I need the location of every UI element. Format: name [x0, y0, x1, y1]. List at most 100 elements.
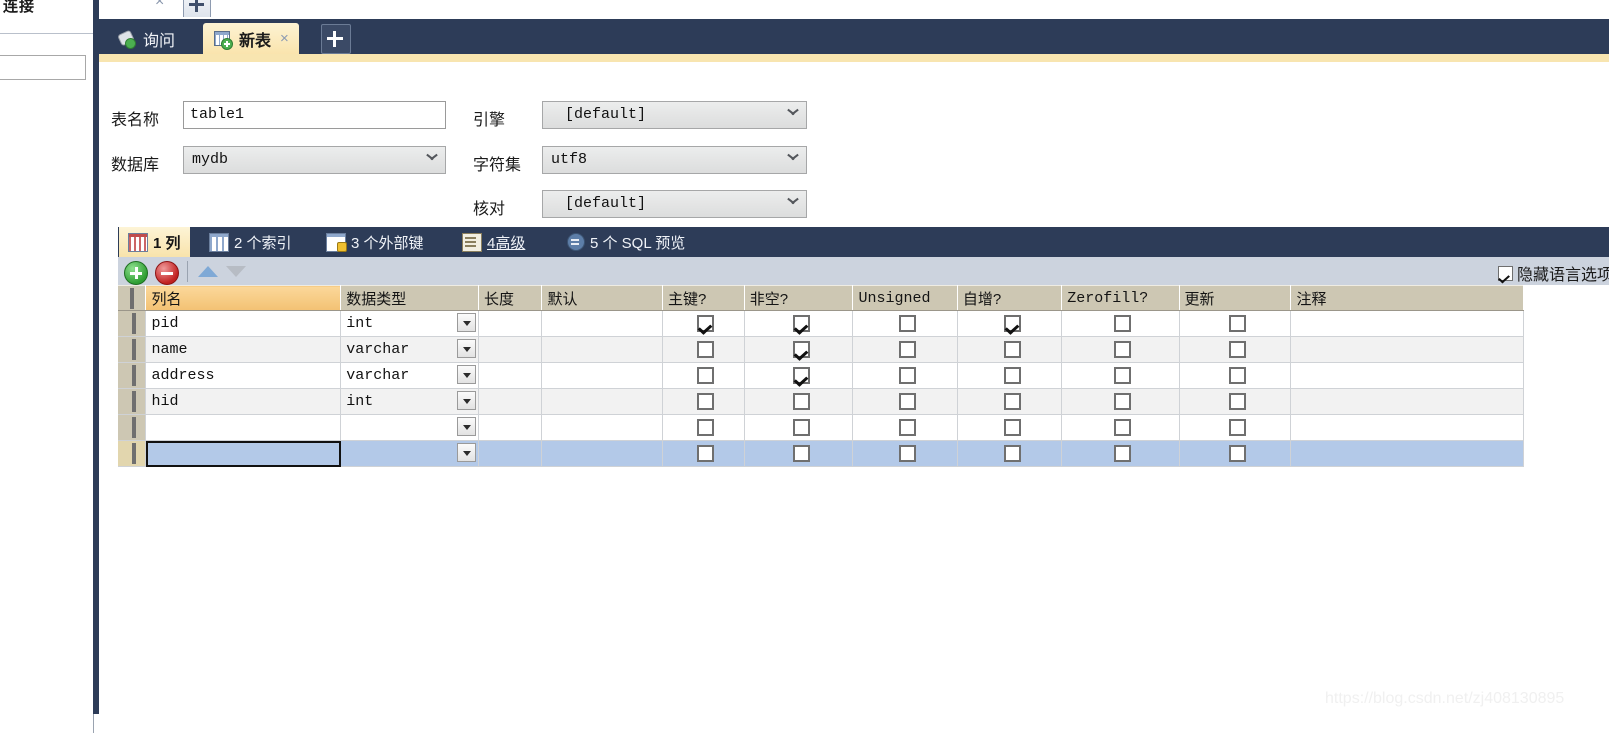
cell-data-type[interactable]: varchar — [340, 362, 479, 389]
auto-increment-checkbox[interactable] — [1003, 444, 1021, 462]
update-checkbox[interactable] — [1228, 392, 1246, 410]
cell-primary-key[interactable] — [662, 336, 745, 363]
cell-length[interactable] — [478, 388, 543, 415]
header-not-null[interactable]: 非空? — [744, 285, 854, 311]
cell-length[interactable] — [478, 362, 543, 389]
cell-default[interactable] — [541, 388, 664, 415]
auto-increment-checkbox[interactable] — [1003, 366, 1021, 384]
cell-zerofill[interactable] — [1061, 440, 1180, 467]
table-row[interactable] — [118, 414, 1524, 441]
add-field-button[interactable] — [124, 261, 148, 285]
cell-auto-increment[interactable] — [957, 336, 1063, 363]
cell-default[interactable] — [541, 362, 664, 389]
zerofill-checkbox[interactable] — [1114, 314, 1132, 332]
cell-not-null[interactable] — [744, 336, 854, 363]
cell-update[interactable] — [1179, 414, 1292, 441]
cell-zerofill[interactable] — [1061, 336, 1180, 363]
header-unsigned[interactable]: Unsigned — [852, 285, 958, 311]
sub-tab-foreign-keys[interactable]: 3 个外部键 — [317, 227, 433, 257]
row-select-checkbox[interactable] — [132, 417, 137, 438]
table-row[interactable]: name varchar — [118, 336, 1524, 363]
sub-tab-columns[interactable]: 1 列 — [119, 227, 190, 257]
row-select-checkbox[interactable] — [132, 365, 137, 386]
row-select-cell[interactable] — [118, 336, 147, 363]
row-select-checkbox[interactable] — [132, 443, 137, 464]
primary-key-checkbox[interactable] — [697, 340, 715, 358]
not-null-checkbox[interactable] — [792, 340, 810, 358]
cell-primary-key[interactable] — [662, 388, 745, 415]
cell-not-null[interactable] — [744, 362, 854, 389]
tab-close-icon[interactable]: × — [280, 30, 289, 47]
cell-default[interactable] — [541, 310, 664, 337]
cell-column-name[interactable]: address — [145, 362, 342, 389]
select-all-header[interactable] — [118, 285, 147, 311]
data-type-dropdown-icon[interactable] — [457, 443, 476, 462]
data-type-dropdown-icon[interactable] — [457, 391, 476, 410]
cell-data-type[interactable]: varchar — [340, 336, 479, 363]
cell-primary-key[interactable] — [662, 310, 745, 337]
cell-zerofill[interactable] — [1061, 310, 1180, 337]
not-null-checkbox[interactable] — [792, 392, 810, 410]
not-null-checkbox[interactable] — [792, 444, 810, 462]
unsigned-checkbox[interactable] — [899, 444, 917, 462]
update-checkbox[interactable] — [1228, 418, 1246, 436]
cell-column-name[interactable] — [145, 440, 342, 467]
row-select-checkbox[interactable] — [132, 339, 137, 360]
cell-column-name[interactable]: name — [145, 336, 342, 363]
not-null-checkbox[interactable] — [792, 314, 810, 332]
cell-auto-increment[interactable] — [957, 388, 1063, 415]
row-select-cell[interactable] — [118, 310, 147, 337]
cell-primary-key[interactable] — [662, 414, 745, 441]
collation-select[interactable]: [default] — [542, 190, 807, 218]
primary-key-checkbox[interactable] — [697, 366, 715, 384]
remove-field-button[interactable] — [155, 261, 179, 285]
cell-length[interactable] — [478, 310, 543, 337]
primary-key-checkbox[interactable] — [697, 314, 715, 332]
hide-language-options-checkbox[interactable] — [1497, 265, 1513, 281]
cell-auto-increment[interactable] — [957, 440, 1063, 467]
not-null-checkbox[interactable] — [792, 418, 810, 436]
auto-increment-checkbox[interactable] — [1003, 314, 1021, 332]
cell-comment[interactable] — [1290, 388, 1524, 415]
header-data-type[interactable]: 数据类型 — [340, 285, 479, 311]
cell-update[interactable] — [1179, 388, 1292, 415]
primary-key-checkbox[interactable] — [697, 392, 715, 410]
row-select-cell[interactable] — [118, 414, 147, 441]
cell-data-type[interactable] — [340, 414, 479, 441]
header-default[interactable]: 默认 — [541, 285, 664, 311]
sub-tab-sql-preview[interactable]: 5 个 SQL 预览 — [558, 227, 694, 257]
data-type-dropdown-icon[interactable] — [457, 313, 476, 332]
cell-unsigned[interactable] — [852, 414, 958, 441]
row-select-checkbox[interactable] — [132, 313, 137, 334]
cell-not-null[interactable] — [744, 440, 854, 467]
row-select-cell[interactable] — [118, 362, 147, 389]
unsigned-checkbox[interactable] — [899, 418, 917, 436]
auto-increment-checkbox[interactable] — [1003, 392, 1021, 410]
update-checkbox[interactable] — [1228, 340, 1246, 358]
cell-column-name[interactable] — [145, 414, 342, 441]
zerofill-checkbox[interactable] — [1114, 366, 1132, 384]
window-tab-label[interactable]: 连接 — [3, 0, 35, 16]
hide-language-options-row[interactable]: 隐藏语言选项 — [1497, 261, 1609, 285]
table-row[interactable] — [118, 440, 1524, 467]
cell-data-type[interactable]: int — [340, 310, 479, 337]
cell-not-null[interactable] — [744, 310, 854, 337]
header-update[interactable]: 更新 — [1179, 285, 1292, 311]
cell-auto-increment[interactable] — [957, 362, 1063, 389]
cell-zerofill[interactable] — [1061, 362, 1180, 389]
cell-unsigned[interactable] — [852, 440, 958, 467]
not-null-checkbox[interactable] — [792, 366, 810, 384]
new-tab-button[interactable] — [321, 24, 351, 54]
table-row[interactable]: hid int — [118, 388, 1524, 415]
sub-tab-indexes[interactable]: 2 个索引 — [200, 227, 301, 257]
update-checkbox[interactable] — [1228, 444, 1246, 462]
row-select-cell[interactable] — [118, 388, 147, 415]
cell-column-name[interactable]: pid — [145, 310, 342, 337]
database-select[interactable]: mydb — [183, 146, 446, 174]
cell-data-type[interactable]: int — [340, 388, 479, 415]
cell-default[interactable] — [541, 440, 664, 467]
cell-default[interactable] — [541, 336, 664, 363]
cell-length[interactable] — [478, 440, 543, 467]
primary-key-checkbox[interactable] — [697, 418, 715, 436]
primary-key-checkbox[interactable] — [697, 444, 715, 462]
